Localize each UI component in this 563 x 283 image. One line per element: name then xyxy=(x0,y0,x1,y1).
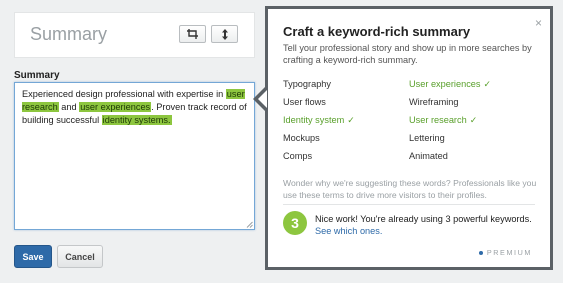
keyword-item: User experiences ✓ xyxy=(409,79,491,90)
check-icon: ✓ xyxy=(469,115,478,125)
keyword-item: Wireframing xyxy=(409,97,459,107)
popover-description: Tell your professional story and show up… xyxy=(283,43,532,65)
keyword-label: User research xyxy=(409,115,467,125)
popover-title: Craft a keyword-rich summary xyxy=(283,24,471,39)
check-icon: ✓ xyxy=(347,115,355,125)
close-icon[interactable]: × xyxy=(535,17,542,29)
keyword-item: User research ✓ xyxy=(409,115,477,126)
summary-card: Summary xyxy=(14,12,255,58)
premium-text: PREMIUM xyxy=(486,248,532,257)
keyword-label: Lettering xyxy=(409,133,445,143)
resize-grip-icon[interactable] xyxy=(246,221,253,228)
keyword-item: User flows xyxy=(283,97,326,107)
keyword-item: Mockups xyxy=(283,133,320,143)
why-text: Wonder why we're suggesting these words?… xyxy=(283,178,537,200)
see-which-ones-link[interactable]: See which ones. xyxy=(315,226,382,236)
keyword-label: Identity system xyxy=(283,115,345,125)
keyword-popover: × Craft a keyword-rich summary Tell your… xyxy=(265,6,553,270)
save-button[interactable]: Save xyxy=(14,245,52,268)
keyword-item: Animated xyxy=(409,151,448,161)
crop-button[interactable] xyxy=(179,25,206,43)
cancel-button[interactable]: Cancel xyxy=(57,245,103,268)
keyword-label: Typography xyxy=(283,79,332,89)
popover-arrow-inner xyxy=(258,90,267,108)
keyword-item: Typography xyxy=(283,79,331,89)
summary-text: and xyxy=(58,102,80,112)
keyword-item: Identity system ✓ xyxy=(283,115,355,126)
check-icon: ✓ xyxy=(483,79,492,89)
keyword-item: Lettering xyxy=(409,133,445,143)
keyword-label: Mockups xyxy=(283,133,320,143)
summary-text: Experienced design professional with exp… xyxy=(22,89,226,99)
keyword-item: Comps xyxy=(283,151,312,161)
nice-work-text: Nice work! You're already using 3 powerf… xyxy=(315,214,532,224)
premium-label: PREMIUM xyxy=(478,248,532,257)
keyword-label: Comps xyxy=(283,151,313,161)
summary-title: Summary xyxy=(30,24,108,44)
keyword-label: Wireframing xyxy=(409,97,459,107)
summary-textarea[interactable]: Experienced design professional with exp… xyxy=(14,82,255,230)
keyword-label: User flows xyxy=(283,97,326,107)
vertical-move-icon xyxy=(221,28,228,40)
keyword-label: Animated xyxy=(409,151,448,161)
keyword-label: User experiences xyxy=(409,79,481,89)
summary-field-label: Summary xyxy=(14,70,60,81)
reorder-button[interactable] xyxy=(211,25,238,43)
premium-dot-icon xyxy=(478,250,483,255)
keyword-count-badge: 3 xyxy=(283,211,307,235)
highlighted-keyword: identity systems. xyxy=(101,115,172,125)
divider xyxy=(283,204,535,205)
crop-icon xyxy=(187,29,198,39)
highlighted-keyword: user experiences xyxy=(79,102,152,112)
